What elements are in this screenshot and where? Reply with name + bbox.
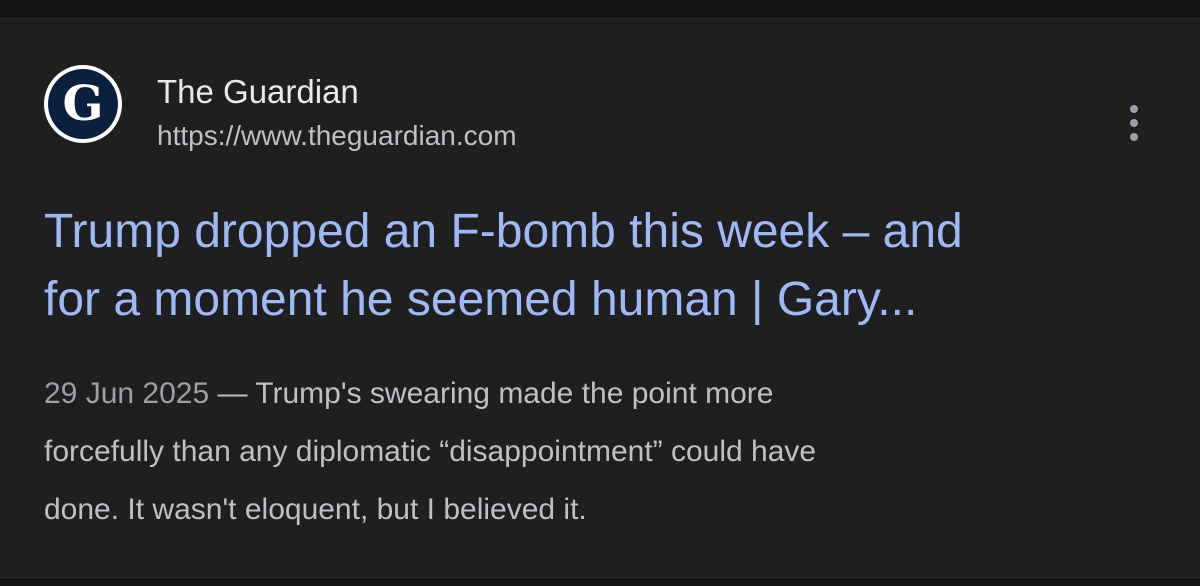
result-snippet: 29 Jun 2025 — Trump's swearing made the …: [44, 365, 1144, 539]
result-date: 29 Jun 2025: [44, 377, 210, 410]
more-options-button[interactable]: [1116, 98, 1152, 148]
more-vert-icon-dot: [1130, 133, 1138, 141]
bottom-divider: [0, 578, 1200, 586]
snippet-line: done. It wasn't eloquent, but I believed…: [44, 493, 587, 526]
top-divider: [0, 0, 1200, 18]
more-vert-icon-dot: [1130, 119, 1138, 127]
date-separator: —: [209, 377, 256, 410]
result-title-link[interactable]: Trump dropped an F-bomb this week – and …: [44, 198, 1164, 334]
logo-letter: G: [48, 69, 118, 139]
snippet-line: 29 Jun 2025 — Trump's swearing made the …: [44, 365, 1144, 423]
site-url[interactable]: https://www.theguardian.com: [157, 118, 517, 154]
more-vert-icon: [1130, 105, 1138, 113]
guardian-logo-icon[interactable]: G: [44, 65, 122, 143]
site-name[interactable]: The Guardian: [157, 72, 359, 112]
snippet-text: Trump's swearing made the point more: [255, 377, 774, 410]
snippet-line: forcefully than any diplomatic “disappoi…: [44, 435, 817, 468]
result-title-line: for a moment he seemed human | Gary...: [44, 273, 918, 326]
result-title-line: Trump dropped an F-bomb this week – and: [44, 205, 963, 258]
